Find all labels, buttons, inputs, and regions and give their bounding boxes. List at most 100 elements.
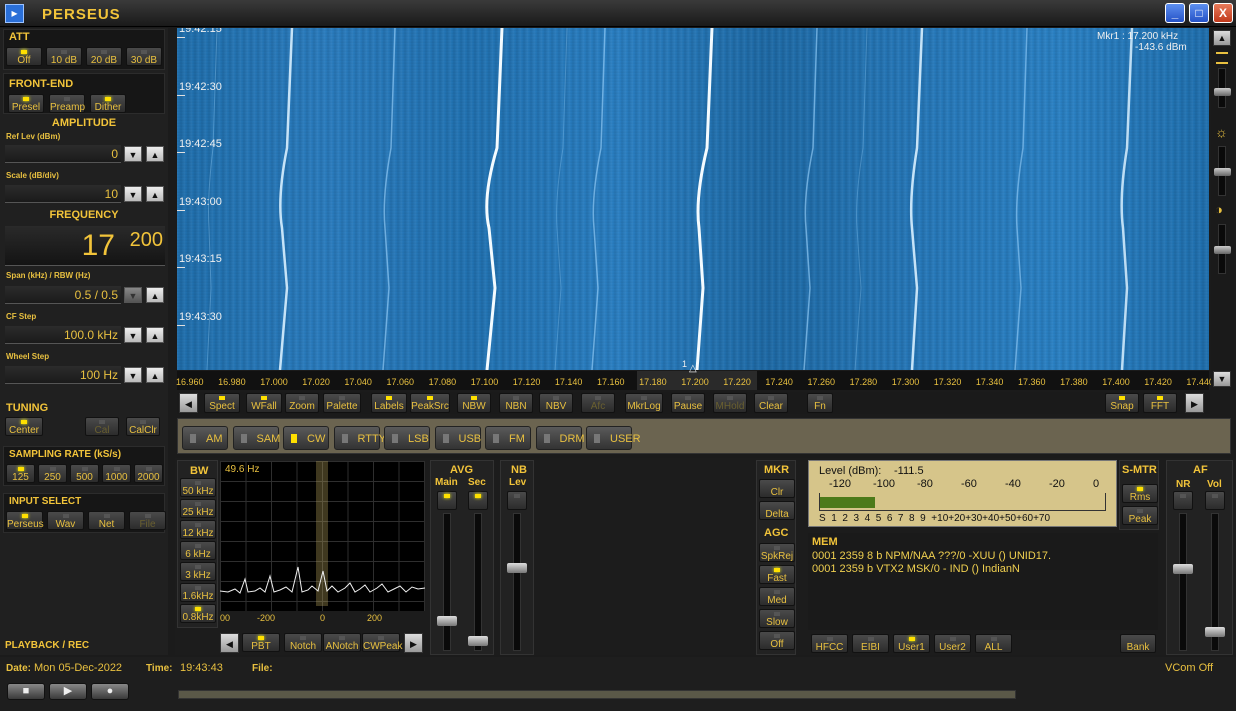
maximize-button[interactable]: □ <box>1189 3 1209 23</box>
sampling-500-button[interactable]: 500 <box>70 464 99 483</box>
mem-row[interactable]: 0001 2359 8 b NPM/NAA ???/0 -XUU () UNID… <box>812 550 1051 562</box>
notch-button[interactable]: Notch <box>284 633 322 652</box>
mem-user2-button[interactable]: User2 <box>934 634 971 653</box>
toolbar-mkrlog-button[interactable]: MkrLog <box>625 393 663 413</box>
ref-lev-field[interactable]: 0 <box>5 145 121 163</box>
mem-hfcc-button[interactable]: HFCC <box>811 634 848 653</box>
toolbar-snap-button[interactable]: Snap <box>1105 393 1139 413</box>
toolbar-labels-button[interactable]: Labels <box>371 393 407 413</box>
span-down-button[interactable]: ▼ <box>124 287 142 303</box>
minimize-button[interactable]: _ <box>1165 3 1185 23</box>
bw-right-arrow[interactable]: ▶ <box>404 633 423 653</box>
sampling-1000-button[interactable]: 1000 <box>102 464 131 483</box>
mem-row[interactable]: 0001 2359 b VTX2 MSK/0 - IND () IndianN <box>812 563 1020 575</box>
mode-rtty-button[interactable]: RTTY <box>333 426 386 450</box>
att-20-db-button[interactable]: 20 dB <box>86 47 122 66</box>
mode-cw-button[interactable]: CW <box>283 426 329 450</box>
play-button[interactable]: ▶ <box>49 683 87 700</box>
vol-toggle[interactable] <box>1205 491 1225 510</box>
anotch-button[interactable]: ANotch <box>323 633 361 652</box>
tuning-cal-button[interactable]: Cal <box>85 417 119 436</box>
nb-level-knob[interactable] <box>507 563 527 573</box>
agc-off-button[interactable]: Off <box>759 631 795 650</box>
avg-main-slider[interactable] <box>443 513 451 651</box>
nb-toggle[interactable] <box>507 491 527 510</box>
cf-step-down-button[interactable]: ▼ <box>124 327 142 343</box>
marker-triangle-icon[interactable]: △ <box>689 363 697 374</box>
toolbar-palette-button[interactable]: Palette <box>323 393 361 413</box>
toolbar-left-arrow[interactable]: ◀ <box>179 393 198 413</box>
agc-med-button[interactable]: Med <box>759 587 795 606</box>
scale-up-button[interactable]: ▲ <box>146 186 164 202</box>
frequency-axis[interactable]: 1 △ 16.960 16.980 17.000 17.020 17.040 17.060… <box>176 359 1214 390</box>
span-field[interactable]: 0.5 / 0.5 <box>5 286 121 304</box>
nr-slider[interactable] <box>1179 513 1187 651</box>
bw-3-khz-button[interactable]: 3 kHz <box>180 562 216 581</box>
sampling-2000-button[interactable]: 2000 <box>134 464 163 483</box>
waterfall-display[interactable]: 19:42:15 19:42:30 19:42:45 19:43:00 19:43:15… <box>177 28 1209 370</box>
toolbar-wfall-button[interactable]: WFall <box>246 393 282 413</box>
bw-50-khz-button[interactable]: 50 kHz <box>180 478 216 497</box>
bw-1-6khz-button[interactable]: 1.6kHz <box>180 583 216 602</box>
mkr-delta-button[interactable]: Delta <box>759 501 795 520</box>
bank-button[interactable]: Bank <box>1120 634 1156 653</box>
vol-knob[interactable] <box>1205 627 1225 637</box>
wheel-step-down-button[interactable]: ▼ <box>124 367 142 383</box>
frontend-dither-button[interactable]: Dither <box>90 94 126 113</box>
frontend-preamp-button[interactable]: Preamp <box>49 94 85 113</box>
avg-main-toggle[interactable] <box>437 491 457 510</box>
bw-0-8khz-button[interactable]: 0.8kHz <box>180 604 216 623</box>
agc-slow-button[interactable]: Slow <box>759 609 795 628</box>
avg-main-knob[interactable] <box>437 616 457 626</box>
toolbar-peaksrc-button[interactable]: PeakSrc <box>410 393 450 413</box>
toolbar-spect-button[interactable]: Spect <box>204 393 240 413</box>
mem-user1-button[interactable]: User1 <box>893 634 930 653</box>
toolbar-clear-button[interactable]: Clear <box>754 393 788 413</box>
avg-sec-knob[interactable] <box>468 636 488 646</box>
input-net-button[interactable]: Net <box>88 511 125 530</box>
nr-toggle[interactable] <box>1173 491 1193 510</box>
scroll-down-button[interactable]: ▼ <box>1213 371 1231 387</box>
tuning-center-button[interactable]: Center <box>5 417 43 436</box>
stop-button[interactable]: ■ <box>7 683 45 700</box>
cf-step-field[interactable]: 100.0 kHz <box>5 326 121 344</box>
agc-fast-button[interactable]: Fast <box>759 565 795 584</box>
toolbar-fn-button[interactable]: Fn <box>807 393 833 413</box>
input-perseus-button[interactable]: Perseus <box>6 511 44 530</box>
att-off-button[interactable]: Off <box>6 47 42 66</box>
frontend-presel-button[interactable]: Presel <box>8 94 44 113</box>
tuning-calclr-button[interactable]: CalClr <box>126 417 160 436</box>
nb-level-slider[interactable] <box>513 513 521 651</box>
att-10-db-button[interactable]: 10 dB <box>46 47 82 66</box>
toolbar-fft-button[interactable]: FFT <box>1143 393 1177 413</box>
toolbar-pause-button[interactable]: Pause <box>671 393 705 413</box>
brightness-slider-knob[interactable] <box>1214 168 1231 176</box>
toolbar-nbw-button[interactable]: NBW <box>457 393 491 413</box>
nr-knob[interactable] <box>1173 564 1193 574</box>
bw-12-khz-button[interactable]: 12 kHz <box>180 520 216 539</box>
toolbar-mhold-button[interactable]: MHold <box>713 393 747 413</box>
toolbar-zoom-button[interactable]: Zoom <box>285 393 319 413</box>
avg-sec-slider[interactable] <box>474 513 482 651</box>
toolbar-afc-button[interactable]: Afc <box>581 393 615 413</box>
mode-usb-button[interactable]: USB <box>434 426 481 450</box>
pbt-button[interactable]: PBT <box>242 633 280 652</box>
mode-drm-button[interactable]: DRM <box>535 426 585 450</box>
wheel-step-field[interactable]: 100 Hz <box>5 366 121 384</box>
att-30-db-button[interactable]: 30 dB <box>126 47 162 66</box>
ref-lev-up-button[interactable]: ▲ <box>146 146 164 162</box>
agc-spkrej-button[interactable]: SpkRej <box>759 543 795 562</box>
bw-left-arrow[interactable]: ◀ <box>220 633 239 653</box>
ref-lev-down-button[interactable]: ▼ <box>124 146 142 162</box>
passband-plot[interactable]: 49.6 Hz 00 -200 0 200 <box>220 461 425 623</box>
frequency-display[interactable]: 17 200 <box>5 226 165 266</box>
toolbar-nbv-button[interactable]: NBV <box>539 393 573 413</box>
scale-down-button[interactable]: ▼ <box>124 186 142 202</box>
sampling-250-button[interactable]: 250 <box>38 464 67 483</box>
span-up-button[interactable]: ▲ <box>146 287 164 303</box>
mode-lsb-button[interactable]: LSB <box>384 426 430 450</box>
smtr-peak-button[interactable]: Peak <box>1122 506 1158 525</box>
playback-progress-bar[interactable] <box>178 690 1016 699</box>
mode-am-button[interactable]: AM <box>182 426 228 450</box>
perseus-logo-icon[interactable]: ▸ <box>5 4 24 23</box>
